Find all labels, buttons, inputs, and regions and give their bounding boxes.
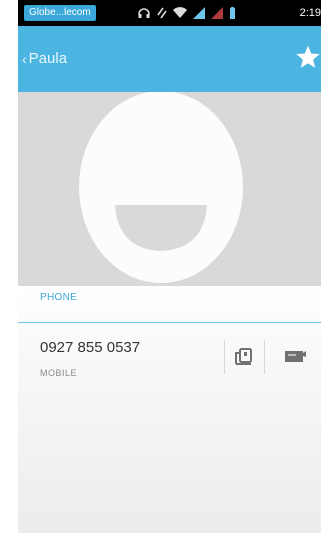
screen: Globe...lecom 2:19 ‹ Paula PHONE 0927 85…	[18, 0, 321, 533]
contact-name: Paula	[28, 50, 68, 67]
section-divider	[18, 322, 321, 323]
action-divider	[224, 340, 225, 374]
phone-section: PHONE 0927 855 0537 MOBILE	[18, 286, 321, 533]
message-icon[interactable]	[283, 344, 307, 368]
contact-photo	[18, 92, 321, 286]
wifi-icon	[173, 7, 187, 19]
status-icons	[137, 5, 236, 21]
action-divider-2	[264, 340, 265, 374]
phone-type: MOBILE	[40, 368, 78, 378]
carrier-label: Globe...lecom	[24, 5, 96, 21]
no-sound-icon	[157, 7, 167, 19]
star-icon[interactable]	[295, 44, 321, 70]
signal-2-icon	[211, 7, 223, 19]
back-button[interactable]: ‹ Paula	[22, 50, 67, 67]
default-contact-photo-icon	[79, 92, 243, 283]
section-header: PHONE	[40, 292, 78, 303]
headset-icon	[138, 8, 150, 18]
phone-number[interactable]: 0927 855 0537	[40, 339, 140, 356]
signal-icon	[193, 7, 205, 19]
chevron-left-icon: ‹	[22, 50, 27, 67]
action-bar: ‹ Paula	[18, 26, 321, 92]
clock: 2:19	[299, 7, 321, 19]
call-icon[interactable]	[232, 344, 256, 368]
battery-icon	[230, 6, 235, 19]
status-bar: Globe...lecom 2:19	[18, 0, 321, 26]
